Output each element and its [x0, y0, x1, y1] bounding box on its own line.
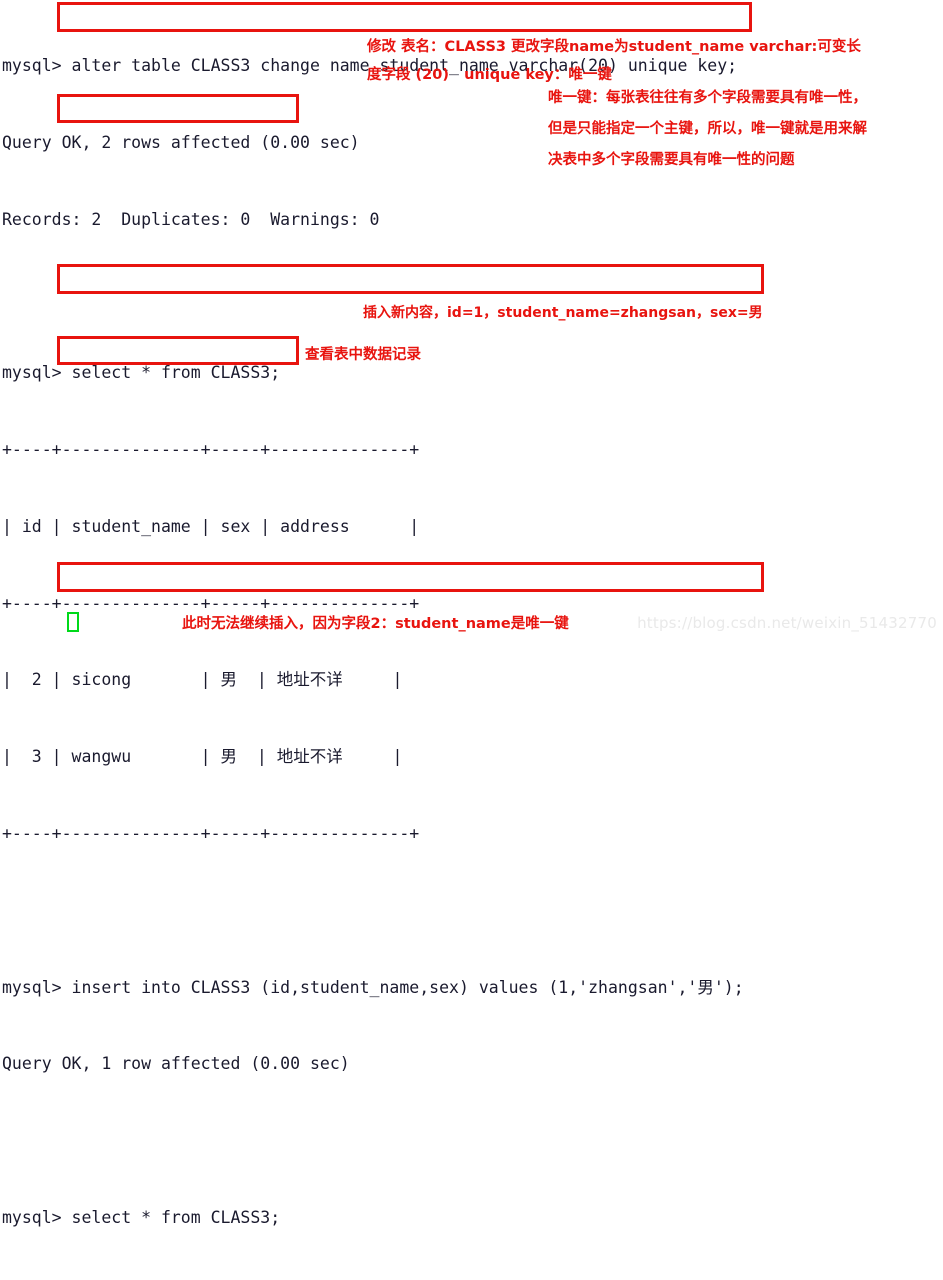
annotation-unique-key-line1: 唯一键：每张表往往有多个字段需要具有唯一性， [548, 90, 867, 106]
annotation-insert-explain: 插入新内容，id=1，student_name=zhangsan，sex=男 [363, 305, 763, 321]
annotation-unique-key-line3: 决表中多个字段需要具有唯一性的问题 [548, 152, 795, 168]
annotation-alter-explain-line1: 修改 表名：CLASS3 更改字段name为student_name varch… [367, 39, 861, 55]
terminal-line-blank-2 [2, 898, 943, 924]
table-1-header-row: | id | student_name | sex | address | [2, 516, 420, 536]
table-1-separator-top: +----+--------------+-----+-------------… [2, 440, 420, 460]
table-1-separator-bottom: +----+--------------+-----+-------------… [2, 824, 420, 843]
table-1-separator-mid: +----+--------------+-----+-------------… [2, 593, 420, 613]
annotation-unique-key-line2: 但是只能指定一个主键，所以，唯一键就是用来解 [548, 121, 867, 137]
annotation-error-explain: 此时无法继续插入，因为字段2：student_name是唯一键 [182, 616, 569, 632]
table-row: | 2 | sicong | 男 | 地址不详 | [2, 670, 403, 690]
terminal-line-insert-status: Query OK, 1 row affected (0.00 sec) [2, 1054, 350, 1074]
terminal-line-insert-command-1: mysql> insert into CLASS3 (id,student_na… [2, 977, 744, 997]
annotation-alter-explain-line2: 度字段 (20) unique key：唯一键 [367, 67, 612, 83]
block-cursor [67, 612, 79, 632]
terminal-line-select-command-2: mysql> select * from CLASS3; [2, 1207, 281, 1227]
terminal-line-select-command-1: mysql> select * from CLASS3; [2, 363, 281, 383]
terminal-line-alter-records: Records: 2 Duplicates: 0 Warnings: 0 [2, 209, 380, 229]
table-row: | 3 | wangwu | 男 | 地址不详 | [2, 747, 403, 767]
terminal-line-blank-3 [2, 1128, 943, 1154]
watermark-url: https://blog.csdn.net/weixin_51432770 [637, 614, 937, 632]
annotation-select-explain: 查看表中数据记录 [305, 347, 421, 363]
